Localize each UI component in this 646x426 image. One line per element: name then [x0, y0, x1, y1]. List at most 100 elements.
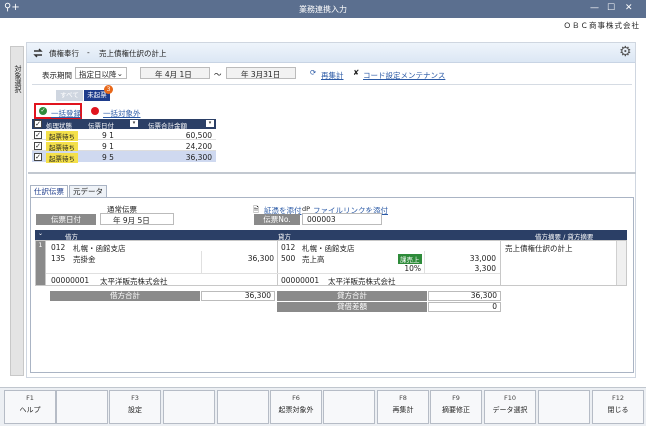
company-name: ＯＢＣ商事株式会社: [563, 21, 640, 30]
fkey-4-button[interactable]: [163, 390, 215, 424]
diff-label: 貸借差額: [277, 302, 427, 312]
vertical-scrollbar[interactable]: [616, 241, 626, 285]
maximize-icon[interactable]: ☐: [607, 3, 615, 13]
journal-line[interactable]: 1 012 札幌・函館支店 135 売掛金 36,300 00000001 太平…: [35, 240, 627, 286]
fkey-9-button[interactable]: F9 摘要修正: [430, 390, 482, 424]
minimize-icon[interactable]: —: [590, 3, 599, 13]
attach-separator: dP: [302, 205, 311, 213]
credit-acct: 売上高: [302, 255, 325, 264]
fkey-6-button[interactable]: F6 起票対象外: [270, 390, 322, 424]
fkey-10-button[interactable]: F10 データ選択: [484, 390, 536, 424]
date-from-field[interactable]: 年 4月 1日: [140, 67, 210, 79]
period-select[interactable]: 指定日以降 ⌄: [75, 67, 127, 79]
debit-acct: 売掛金: [73, 255, 96, 264]
window-title: 業務連携入力: [299, 5, 347, 14]
fkey-number: F12: [611, 394, 624, 402]
row-amount: 24,200: [185, 142, 212, 151]
credit-partner: 太平洋販売株式会社: [328, 277, 396, 286]
table-row-selected[interactable]: ✓ 起票待ち 9 5 36,300: [32, 151, 216, 163]
row-date: 9 5: [102, 153, 114, 162]
bulk-register-button[interactable]: 一括登録: [51, 108, 81, 119]
count-badge: 3: [104, 85, 113, 94]
title-bar: ⚲+ 業務連携入力 — ☐ ✕: [0, 0, 646, 18]
slip-date-field[interactable]: 年 9月 5日: [100, 213, 174, 225]
gear-icon[interactable]: ⚙: [619, 44, 632, 60]
fkey-label: 設定: [128, 406, 142, 414]
line-number: 1: [36, 241, 45, 285]
tab-all[interactable]: すべて: [56, 90, 83, 101]
tab-journal[interactable]: 仕訳伝票: [30, 185, 68, 197]
fkey-8-button[interactable]: F8 再集計: [377, 390, 429, 424]
credit-partner-code: 00000001: [281, 276, 320, 285]
row-date: 9 1: [102, 131, 114, 140]
debit-total: 36,300: [201, 291, 275, 301]
fkey-11-button[interactable]: [538, 390, 590, 424]
divider: [32, 84, 632, 85]
debit-partner: 太平洋販売株式会社: [100, 277, 168, 286]
bulk-exclude-button[interactable]: 一括対象外: [103, 108, 141, 119]
debit-acct-code: 135: [51, 254, 66, 263]
no-entry-icon: [91, 107, 99, 115]
recalc-icon: ⟳: [310, 68, 317, 77]
debit-partner-code: 00000001: [51, 276, 90, 285]
credit-dept: 札幌・函館支店: [302, 244, 355, 253]
header-sep: -: [87, 48, 90, 57]
code-setting-link[interactable]: コード設定メンテナンス: [363, 70, 445, 81]
collapse-icon[interactable]: ⌄: [38, 230, 43, 237]
recalc-link[interactable]: 再集計: [321, 70, 344, 81]
slip-date-label: 伝票日付: [36, 214, 96, 225]
fkey-2-button[interactable]: [56, 390, 108, 424]
sort-icon[interactable]: ▾: [130, 120, 138, 127]
splitter[interactable]: [28, 172, 636, 174]
date-to-field[interactable]: 年 3月31日: [226, 67, 296, 79]
fkey-5-button[interactable]: [217, 390, 269, 424]
debit-dept: 札幌・函館支店: [73, 244, 126, 253]
tax-badge: 課売上: [398, 254, 422, 264]
debit-dept-code: 012: [51, 243, 66, 252]
select-all-checkbox[interactable]: ✓: [34, 120, 42, 128]
slip-no-label: 伝票No.: [254, 214, 300, 225]
table-row[interactable]: ✓ 起票待ち 9 1 24,200: [32, 140, 216, 152]
row-checkbox[interactable]: ✓: [34, 131, 42, 139]
credit-total-label: 貸方合計: [277, 291, 427, 301]
fkey-number: F10: [503, 394, 516, 402]
fkey-label: 摘要修正: [442, 406, 470, 414]
date-separator: 〜: [214, 70, 222, 79]
row-amount: 36,300: [185, 153, 212, 162]
row-checkbox[interactable]: ✓: [34, 153, 42, 161]
fkey-label: ヘルプ: [19, 406, 41, 414]
credit-dept-code: 012: [281, 243, 296, 252]
refresh-arrows-icon: [33, 48, 43, 58]
slip-no-field[interactable]: 000003: [302, 213, 382, 225]
tab-source[interactable]: 元データ: [69, 185, 107, 197]
row-date: 9 1: [102, 142, 114, 151]
sort-icon[interactable]: ▾: [206, 120, 214, 127]
row-amount: 60,500: [185, 131, 212, 140]
fkey-number: F3: [131, 394, 139, 402]
table-row[interactable]: ✓ 起票待ち 9 1 60,500: [32, 129, 216, 141]
fkey-label: 再集計: [392, 406, 414, 414]
fkey-label: データ選択: [492, 406, 528, 414]
side-tab[interactable]: 対象選択: [10, 46, 24, 376]
memo-text: 売上債権仕訳の計上: [505, 244, 573, 253]
fkey-number: F6: [292, 394, 300, 402]
side-tab-label: 対象選択: [14, 65, 22, 93]
tool-icon: ✘: [353, 68, 360, 77]
fkey-number: F1: [26, 394, 34, 402]
debit-amount: 36,300: [247, 254, 274, 263]
fkey-3-button[interactable]: F3 設定: [109, 390, 161, 424]
credit-amount: 33,000: [469, 254, 496, 263]
close-icon[interactable]: ✕: [625, 3, 633, 13]
page-title: 売上債権仕訳の計上: [99, 49, 167, 58]
fkey-1-button[interactable]: F1 ヘルプ: [4, 390, 56, 424]
fkey-label: 起票対象外: [278, 406, 314, 414]
fkey-7-button[interactable]: [323, 390, 375, 424]
fkey-label: 閉じる: [607, 406, 629, 414]
slip-list: ✓ 処理状態 伝票日付 ▾ 伝票合計金額 ▾ ✓ 起票待ち 9 1 60,500…: [32, 119, 216, 163]
app-name: 債権奉行: [49, 49, 79, 58]
row-checkbox[interactable]: ✓: [34, 142, 42, 150]
panel-header: 債権奉行 - 売上債権仕訳の計上 ⚙: [27, 43, 635, 63]
credit-acct-code: 500: [281, 254, 296, 263]
fkey-12-button[interactable]: F12 閉じる: [592, 390, 644, 424]
status-badge: 起票待ち: [46, 153, 78, 163]
